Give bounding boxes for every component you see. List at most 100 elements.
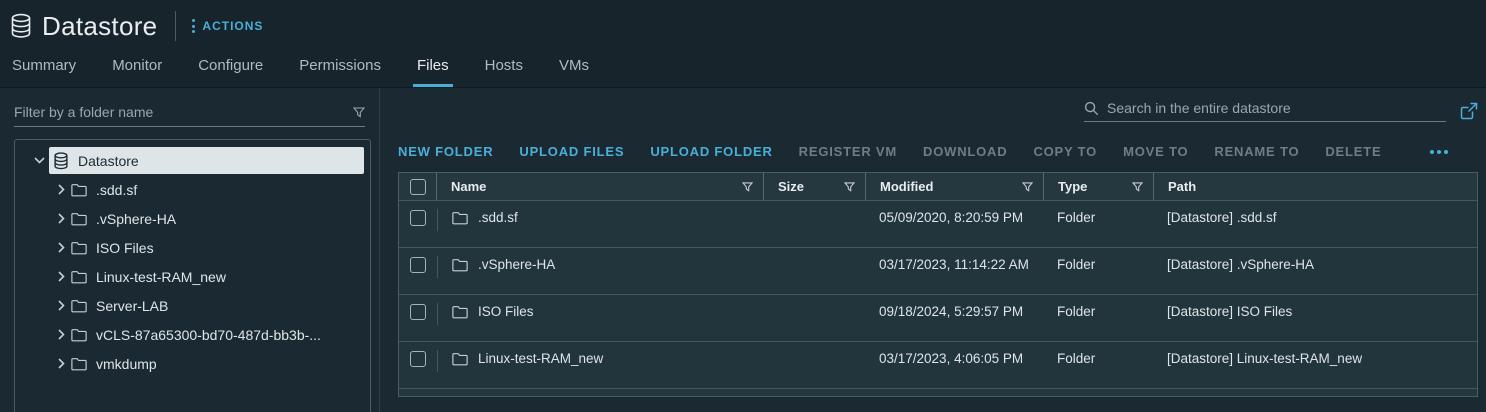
file-name[interactable]: ISO Files xyxy=(478,303,534,321)
column-header-modified[interactable]: Modified xyxy=(865,173,1043,200)
modified-cell: 05/09/2020, 8:20:59 PM xyxy=(879,210,1024,225)
folder-sidebar: Datastore .sdd.sf .vSphere-HA xyxy=(0,88,380,412)
path-cell: [Datastore] .vSphere-HA xyxy=(1167,257,1315,272)
chevron-right-icon[interactable] xyxy=(51,271,71,282)
column-header-type[interactable]: Type xyxy=(1043,173,1153,200)
tab-hosts[interactable]: Hosts xyxy=(481,57,527,87)
tree-node-folder[interactable]: vmkdump xyxy=(15,349,370,378)
row-checkbox[interactable] xyxy=(410,210,426,226)
tree-node-folder[interactable]: ISO Files xyxy=(15,233,370,262)
register-vm-button[interactable]: REGISTER VM xyxy=(799,144,897,159)
filter-icon[interactable] xyxy=(844,181,855,192)
search-row xyxy=(398,100,1478,122)
chevron-down-icon[interactable] xyxy=(29,157,49,164)
folder-icon xyxy=(71,212,87,225)
download-button[interactable]: DOWNLOAD xyxy=(923,144,1007,159)
copy-to-button[interactable]: COPY TO xyxy=(1033,144,1097,159)
folder-tree: Datastore .sdd.sf .vSphere-HA ISO Files … xyxy=(14,139,371,412)
modified-cell: 03/17/2023, 11:14:22 AM xyxy=(879,257,1029,272)
tree-node-datastore[interactable]: Datastore xyxy=(15,146,370,175)
title-divider xyxy=(175,11,177,41)
modified-cell: 03/17/2023, 4:06:05 PM xyxy=(879,351,1024,366)
files-table: Name Size Modified Type Path .sdd.sf 05/… xyxy=(398,172,1478,397)
path-cell: [Datastore] Linux-test-RAM_new xyxy=(1167,351,1363,366)
column-header-path[interactable]: Path xyxy=(1153,173,1477,200)
file-name[interactable]: .vSphere-HA xyxy=(478,256,555,274)
type-cell: Folder xyxy=(1057,351,1096,366)
rename-to-button[interactable]: RENAME TO xyxy=(1214,144,1299,159)
more-actions-button[interactable] xyxy=(1430,149,1448,154)
path-cell: [Datastore] ISO Files xyxy=(1167,304,1293,319)
tree-node-label: .sdd.sf xyxy=(96,181,138,198)
row-checkbox[interactable] xyxy=(410,257,426,273)
column-header-size[interactable]: Size xyxy=(763,173,865,200)
chevron-right-icon[interactable] xyxy=(51,329,71,340)
actions-label: ACTIONS xyxy=(202,19,264,33)
file-name[interactable]: .sdd.sf xyxy=(478,209,518,227)
row-checkbox[interactable] xyxy=(410,304,426,320)
tree-node-folder[interactable]: .vSphere-HA xyxy=(15,204,370,233)
row-checkbox[interactable] xyxy=(410,351,426,367)
tree-node-folder[interactable]: .sdd.sf xyxy=(15,175,370,204)
table-row[interactable]: ISO Files 09/18/2024, 5:29:57 PM Folder … xyxy=(399,294,1477,341)
folder-icon xyxy=(452,259,468,272)
chevron-right-icon[interactable] xyxy=(51,184,71,195)
chevron-right-icon[interactable] xyxy=(51,358,71,369)
upload-files-button[interactable]: UPLOAD FILES xyxy=(519,144,624,159)
table-row[interactable]: Linux-test-RAM_new 03/17/2023, 4:06:05 P… xyxy=(399,341,1477,388)
name-cell: .vSphere-HA xyxy=(438,256,763,274)
type-cell: Folder xyxy=(1057,210,1096,225)
selected-tree-node[interactable]: Datastore xyxy=(49,147,364,174)
search-input[interactable] xyxy=(1107,100,1446,116)
tab-bar: Summary Monitor Configure Permissions Fi… xyxy=(0,52,1486,88)
open-in-new-window-icon[interactable] xyxy=(1460,102,1478,120)
tree-node-folder[interactable]: Linux-test-RAM_new xyxy=(15,262,370,291)
tree-node-label: vCLS-87a65300-bd70-487d-bb3b-... xyxy=(96,326,321,343)
table-row[interactable]: .sdd.sf 05/09/2020, 8:20:59 PM Folder [D… xyxy=(399,200,1477,247)
tab-configure[interactable]: Configure xyxy=(194,57,267,87)
folder-icon xyxy=(71,241,87,254)
folder-filter-row xyxy=(14,104,365,127)
tree-node-label: Datastore xyxy=(78,152,139,169)
tree-node-folder[interactable]: Server-LAB xyxy=(15,291,370,320)
upload-folder-button[interactable]: UPLOAD FOLDER xyxy=(650,144,772,159)
tab-vms[interactable]: VMs xyxy=(555,57,593,87)
select-all-checkbox[interactable] xyxy=(409,178,426,195)
folder-icon xyxy=(71,357,87,370)
tree-node-label: Server-LAB xyxy=(96,297,169,314)
modified-cell: 09/18/2024, 5:29:57 PM xyxy=(879,304,1024,319)
chevron-right-icon[interactable] xyxy=(51,213,71,224)
tree-node-folder[interactable]: vCLS-87a65300-bd70-487d-bb3b-... xyxy=(15,320,370,349)
folder-icon xyxy=(71,299,87,312)
filter-icon[interactable] xyxy=(353,106,365,118)
chevron-right-icon[interactable] xyxy=(51,242,71,253)
file-name[interactable]: Linux-test-RAM_new xyxy=(478,350,603,368)
page-title: Datastore xyxy=(42,10,158,41)
filter-icon[interactable] xyxy=(1132,181,1143,192)
tab-files[interactable]: Files xyxy=(412,57,453,87)
folder-filter-input[interactable] xyxy=(14,104,353,120)
new-folder-button[interactable]: NEW FOLDER xyxy=(398,144,493,159)
kebab-icon xyxy=(192,19,196,33)
table-row-partial xyxy=(399,388,1477,396)
column-header-name[interactable]: Name xyxy=(437,173,763,200)
header-checkbox-cell xyxy=(399,173,437,200)
name-cell: .sdd.sf xyxy=(438,209,763,227)
tab-summary[interactable]: Summary xyxy=(8,57,80,87)
folder-icon xyxy=(71,183,87,196)
filter-icon[interactable] xyxy=(742,181,753,192)
move-to-button[interactable]: MOVE TO xyxy=(1123,144,1188,159)
tree-node-label: vmkdump xyxy=(96,355,157,372)
chevron-right-icon[interactable] xyxy=(51,300,71,311)
tab-permissions[interactable]: Permissions xyxy=(295,57,385,87)
tab-monitor[interactable]: Monitor xyxy=(108,57,166,87)
filter-icon[interactable] xyxy=(1022,181,1033,192)
folder-icon xyxy=(71,328,87,341)
delete-button[interactable]: DELETE xyxy=(1325,144,1381,159)
search-icon xyxy=(1084,101,1099,115)
folder-icon xyxy=(71,270,87,283)
table-header-row: Name Size Modified Type Path xyxy=(399,173,1477,200)
actions-button[interactable]: ACTIONS xyxy=(192,19,263,33)
search-field[interactable] xyxy=(1084,100,1446,122)
table-row[interactable]: .vSphere-HA 03/17/2023, 11:14:22 AM Fold… xyxy=(399,247,1477,294)
